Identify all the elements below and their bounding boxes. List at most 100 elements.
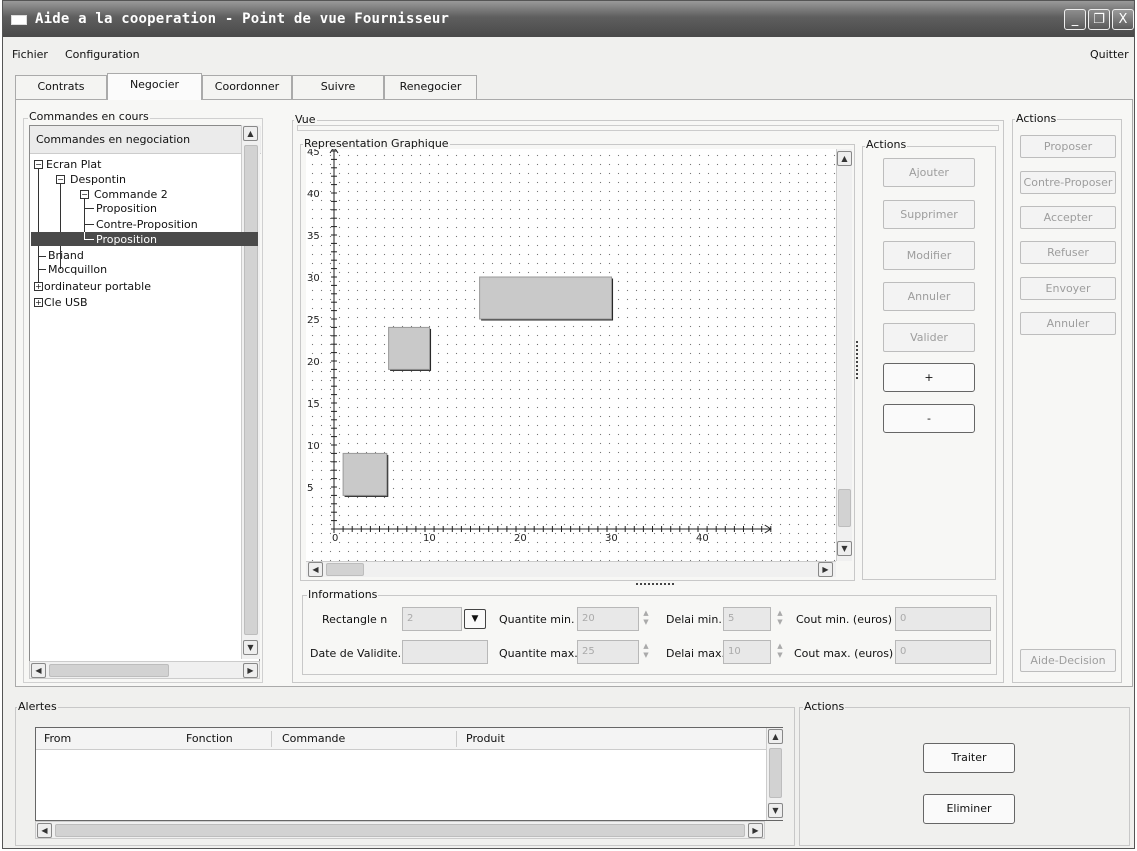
proposal-rectangle-2 xyxy=(388,326,431,370)
scroll-right-arrow-icon[interactable]: ▶ xyxy=(243,663,258,678)
spinner-arrows-icon[interactable]: ▲ ▼ xyxy=(641,642,651,660)
scroll-down-arrow-icon[interactable]: ▼ xyxy=(768,803,783,818)
y-tick-label: 30 xyxy=(307,273,320,284)
modifier-button[interactable]: Modifier xyxy=(883,241,975,270)
menu-quitter[interactable]: Quitter xyxy=(1090,48,1129,61)
scroll-down-arrow-icon[interactable]: ▼ xyxy=(243,640,258,655)
graph-canvas[interactable]: 0 10 20 30 40 5 10 15 20 25 30 35 40 45 xyxy=(306,149,836,561)
x-tick-label: 30 xyxy=(605,533,618,544)
splitter-handle[interactable] xyxy=(636,583,674,586)
annuler-vue-button[interactable]: Annuler xyxy=(883,282,975,311)
close-button[interactable]: X xyxy=(1112,9,1134,30)
alertes-vscrollbar[interactable]: ▲ ▼ xyxy=(766,728,783,820)
column-header-produit[interactable]: Produit xyxy=(466,732,505,745)
bottom-actions-group xyxy=(799,707,1130,846)
collapse-icon[interactable]: − xyxy=(34,160,43,169)
supprimer-button[interactable]: Supprimer xyxy=(883,200,975,229)
dropdown-arrow-icon[interactable]: ▼ xyxy=(464,609,486,629)
valider-button[interactable]: Valider xyxy=(883,323,975,352)
delai-min-field[interactable]: 5 xyxy=(723,607,771,631)
tree-item-commande-2[interactable]: Commande 2 xyxy=(94,189,168,201)
spinner-arrows-icon[interactable]: ▲ ▼ xyxy=(775,609,785,627)
splitter-handle[interactable] xyxy=(856,341,860,379)
tree-item-proposition[interactable]: Proposition xyxy=(96,203,157,215)
proposer-button[interactable]: Proposer xyxy=(1020,135,1116,158)
tab-contrats[interactable]: Contrats xyxy=(15,75,107,99)
tab-suivre[interactable]: Suivre xyxy=(292,75,384,99)
y-tick-label: 45 xyxy=(307,149,320,158)
cout-min-field[interactable]: 0 xyxy=(895,607,991,631)
collapse-icon[interactable]: − xyxy=(56,175,65,184)
scroll-right-arrow-icon[interactable]: ▶ xyxy=(818,562,833,577)
tab-coordonner[interactable]: Coordonner xyxy=(202,75,292,99)
expand-icon[interactable]: + xyxy=(34,282,43,291)
tree-item-mocquillon[interactable]: Mocquillon xyxy=(48,264,107,276)
expand-icon[interactable]: + xyxy=(34,298,43,307)
traiter-button[interactable]: Traiter xyxy=(923,743,1015,773)
graph-hscrollbar[interactable]: ◀ ▶ xyxy=(306,561,836,577)
alertes-hscroll-thumb[interactable] xyxy=(55,824,745,837)
restore-button[interactable]: ❐ xyxy=(1088,9,1110,30)
tree-item-contre-proposition[interactable]: Contre-Proposition xyxy=(96,219,198,231)
cout-max-field[interactable]: 0 xyxy=(895,640,991,664)
accepter-button[interactable]: Accepter xyxy=(1020,206,1116,229)
graph-vscroll-thumb[interactable] xyxy=(838,489,851,527)
scroll-left-arrow-icon[interactable]: ◀ xyxy=(308,562,323,577)
x-tick-label: 20 xyxy=(514,533,527,544)
alertes-vscroll-thumb[interactable] xyxy=(769,748,782,798)
collapse-icon[interactable]: − xyxy=(80,190,89,199)
graph-vscrollbar[interactable]: ▲ ▼ xyxy=(836,149,852,561)
scroll-up-arrow-icon[interactable]: ▲ xyxy=(243,126,258,141)
scroll-left-arrow-icon[interactable]: ◀ xyxy=(31,663,46,678)
aide-decision-button[interactable]: Aide-Decision xyxy=(1020,649,1116,672)
rectangle-label: Rectangle n xyxy=(322,613,388,626)
envoyer-button[interactable]: Envoyer xyxy=(1020,277,1116,300)
tree-vscrollbar[interactable]: ▲ ▼ xyxy=(241,125,260,659)
date-validite-field[interactable] xyxy=(402,640,488,664)
zoom-in-button[interactable]: + xyxy=(883,363,975,392)
menu-fichier[interactable]: Fichier xyxy=(12,48,48,61)
tree-item-despontin[interactable]: Despontin xyxy=(70,174,126,186)
y-tick-label: 35 xyxy=(307,231,320,242)
annuler-right-button[interactable]: Annuler xyxy=(1020,312,1116,335)
column-header-commande[interactable]: Commande xyxy=(282,732,345,745)
rectangle-select[interactable]: 2 xyxy=(402,607,462,631)
tab-renegocier[interactable]: Renegocier xyxy=(384,75,477,99)
scroll-right-arrow-icon[interactable]: ▶ xyxy=(748,823,763,838)
scroll-down-arrow-icon[interactable]: ▼ xyxy=(837,541,852,556)
quantite-min-field[interactable]: 20 xyxy=(577,607,639,631)
alertes-hscrollbar[interactable]: ◀ ▶ xyxy=(35,821,765,839)
tree-item-ordinateur-portable[interactable]: ordinateur portable xyxy=(44,281,151,293)
minimize-button[interactable]: _ xyxy=(1064,9,1086,30)
date-validite-label: Date de Validite. xyxy=(310,647,402,660)
eliminer-button[interactable]: Eliminer xyxy=(923,794,1015,824)
window-title: Aide a la cooperation - Point de vue Fou… xyxy=(35,11,450,27)
zoom-out-button[interactable]: - xyxy=(883,404,975,433)
scroll-up-arrow-icon[interactable]: ▲ xyxy=(768,729,783,744)
tab-negocier[interactable]: Negocier xyxy=(107,73,202,100)
column-header-from[interactable]: From xyxy=(44,732,71,745)
tree-item-proposition-selected[interactable]: Proposition xyxy=(96,234,157,246)
commandes-group-label: Commandes en cours xyxy=(28,110,150,123)
scroll-up-arrow-icon[interactable]: ▲ xyxy=(837,151,852,166)
tree-hscrollbar[interactable]: ◀ ▶ xyxy=(29,661,260,679)
tree-item-ecran-plat[interactable]: Ecran Plat xyxy=(46,159,101,171)
delai-max-field[interactable]: 10 xyxy=(723,640,771,664)
graph-hscroll-thumb[interactable] xyxy=(326,563,364,576)
column-header-fonction[interactable]: Fonction xyxy=(186,732,233,745)
quantite-max-field[interactable]: 25 xyxy=(577,640,639,664)
tree-item-cle-usb[interactable]: Cle USB xyxy=(44,297,88,309)
hscroll-thumb[interactable] xyxy=(49,664,169,677)
ajouter-button[interactable]: Ajouter xyxy=(883,158,975,187)
y-tick-label: 15 xyxy=(307,399,320,410)
scroll-thumb[interactable] xyxy=(244,145,258,635)
y-tick-label: 25 xyxy=(307,315,320,326)
contre-proposer-button[interactable]: Contre-Proposer xyxy=(1020,171,1116,194)
tree-item-briand[interactable]: Briand xyxy=(48,250,84,262)
spinner-arrows-icon[interactable]: ▲ ▼ xyxy=(775,642,785,660)
y-tick-label: 10 xyxy=(307,441,320,452)
spinner-arrows-icon[interactable]: ▲ ▼ xyxy=(641,609,651,627)
scroll-left-arrow-icon[interactable]: ◀ xyxy=(37,823,52,838)
menu-configuration[interactable]: Configuration xyxy=(65,48,140,61)
refuser-button[interactable]: Refuser xyxy=(1020,241,1116,264)
